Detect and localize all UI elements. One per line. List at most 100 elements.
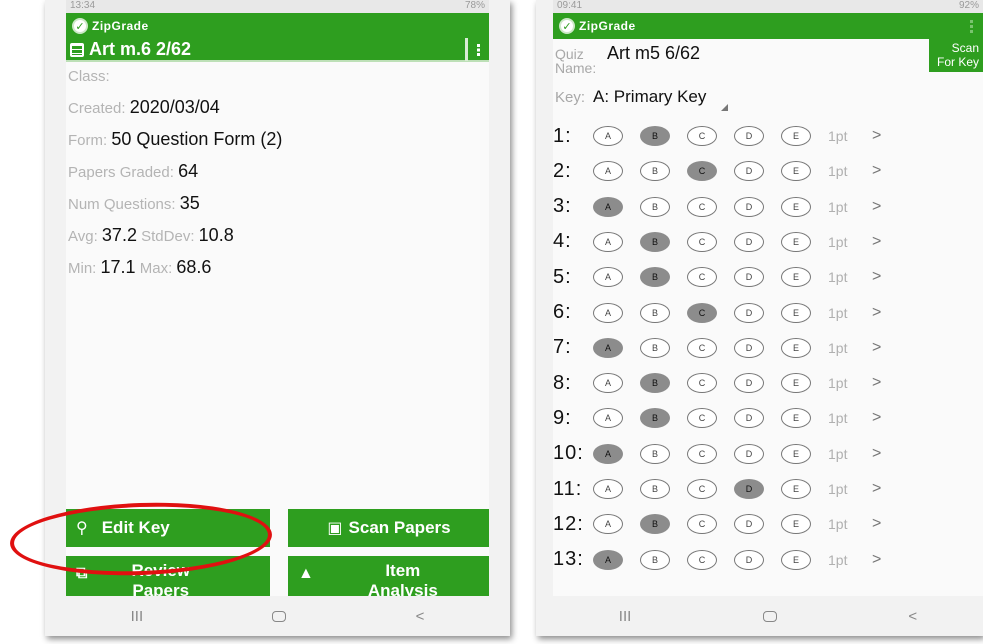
chevron-right-icon[interactable]: > (872, 127, 881, 145)
answer-bubble-d[interactable]: D (734, 443, 764, 464)
answer-bubble-b[interactable]: B (640, 126, 670, 146)
answer-bubble-d[interactable]: D (734, 267, 764, 288)
answer-bubble-b[interactable]: B (640, 196, 670, 217)
answer-bubble-a[interactable]: A (593, 161, 623, 182)
answer-bubble-e[interactable]: E (781, 196, 811, 217)
answer-bubble-c[interactable]: C (687, 231, 717, 252)
answer-bubble-d[interactable]: D (734, 514, 764, 535)
question-points[interactable]: 1pt (828, 340, 872, 356)
home-button[interactable] (272, 610, 287, 622)
answer-bubble-e[interactable]: E (781, 337, 811, 358)
answer-bubble-b[interactable]: B (640, 373, 670, 394)
answer-bubble-d[interactable]: D (734, 126, 764, 146)
answer-bubble-a[interactable]: A (593, 302, 623, 323)
answer-bubble-a[interactable]: A (593, 126, 623, 146)
answer-bubble-d[interactable]: D (734, 549, 764, 570)
answer-bubble-b[interactable]: B (640, 479, 670, 499)
answer-bubble-e[interactable]: E (781, 479, 811, 499)
answer-bubble-d[interactable]: D (734, 408, 764, 429)
answer-bubble-a[interactable]: A (593, 373, 623, 394)
scan-papers-button[interactable]: ▣ Scan Papers (288, 509, 489, 547)
question-points[interactable]: 1pt (828, 410, 872, 426)
question-points[interactable]: 1pt (828, 446, 872, 462)
answer-bubble-b[interactable]: B (640, 161, 670, 182)
answer-bubble-b[interactable]: B (640, 443, 670, 464)
answer-bubble-d[interactable]: D (734, 373, 764, 394)
answer-bubble-b[interactable]: B (640, 231, 670, 252)
answer-bubble-c[interactable]: C (687, 196, 717, 217)
answer-bubble-e[interactable]: E (781, 231, 811, 252)
chevron-right-icon[interactable]: > (872, 162, 881, 180)
answer-bubble-c[interactable]: C (687, 373, 717, 394)
chevron-right-icon[interactable]: > (872, 409, 881, 427)
answer-bubble-e[interactable]: E (781, 443, 811, 464)
answer-bubble-d[interactable]: D (734, 479, 764, 499)
answer-bubble-c[interactable]: C (687, 408, 717, 429)
answer-bubble-a[interactable]: A (593, 479, 623, 499)
back-button[interactable]: < (908, 608, 917, 625)
answer-bubble-a[interactable]: A (593, 514, 623, 535)
chevron-right-icon[interactable]: > (872, 515, 881, 533)
answer-bubble-d[interactable]: D (734, 161, 764, 182)
chevron-right-icon[interactable]: > (872, 551, 881, 569)
chevron-right-icon[interactable]: > (872, 198, 881, 216)
question-points[interactable]: 1pt (828, 234, 872, 250)
home-button[interactable] (762, 610, 777, 622)
answer-bubble-a[interactable]: A (593, 267, 623, 288)
answer-bubble-a[interactable]: A (593, 337, 623, 358)
answer-bubble-c[interactable]: C (687, 337, 717, 358)
question-points[interactable]: 1pt (828, 552, 872, 568)
answer-bubble-a[interactable]: A (593, 549, 623, 570)
answer-bubble-b[interactable]: B (640, 514, 670, 535)
chevron-right-icon[interactable]: > (872, 233, 881, 251)
answer-bubble-b[interactable]: B (640, 302, 670, 323)
overflow-menu-button[interactable] (465, 38, 489, 61)
answer-bubble-c[interactable]: C (687, 161, 717, 182)
answer-bubble-e[interactable]: E (781, 126, 811, 146)
chevron-right-icon[interactable]: > (872, 374, 881, 392)
answer-bubble-e[interactable]: E (781, 549, 811, 570)
answer-bubble-c[interactable]: C (687, 549, 717, 570)
answer-bubble-e[interactable]: E (781, 161, 811, 182)
chevron-right-icon[interactable]: > (872, 304, 881, 322)
more-vert-icon[interactable] (970, 19, 973, 33)
answer-bubble-b[interactable]: B (640, 408, 670, 429)
chevron-right-icon[interactable]: > (872, 339, 881, 357)
question-points[interactable]: 1pt (828, 269, 872, 285)
answer-bubble-d[interactable]: D (734, 231, 764, 252)
answer-bubble-a[interactable]: A (593, 408, 623, 429)
answer-bubble-c[interactable]: C (687, 267, 717, 288)
answer-bubble-d[interactable]: D (734, 302, 764, 323)
answer-bubble-e[interactable]: E (781, 408, 811, 429)
answer-bubble-d[interactable]: D (734, 196, 764, 217)
question-points[interactable]: 1pt (828, 305, 872, 321)
answer-bubble-d[interactable]: D (734, 337, 764, 358)
question-points[interactable]: 1pt (828, 481, 872, 497)
question-points[interactable]: 1pt (828, 375, 872, 391)
chevron-right-icon[interactable]: > (872, 445, 881, 463)
recent-apps-button[interactable]: III (131, 608, 144, 625)
chevron-right-icon[interactable]: > (872, 480, 881, 498)
answer-bubble-c[interactable]: C (687, 514, 717, 535)
answer-bubble-a[interactable]: A (593, 443, 623, 464)
answer-bubble-e[interactable]: E (781, 302, 811, 323)
key-dropdown[interactable]: A: Primary Key (593, 87, 730, 111)
answer-bubble-a[interactable]: A (593, 231, 623, 252)
answer-bubble-c[interactable]: C (687, 443, 717, 464)
answer-bubble-c[interactable]: C (687, 126, 717, 146)
answer-bubble-b[interactable]: B (640, 337, 670, 358)
answer-bubble-e[interactable]: E (781, 514, 811, 535)
question-points[interactable]: 1pt (828, 163, 872, 179)
back-button[interactable]: < (416, 608, 425, 625)
question-points[interactable]: 1pt (828, 199, 872, 215)
answer-bubble-b[interactable]: B (640, 549, 670, 570)
scan-for-key-button[interactable]: Scan For Key (929, 39, 983, 72)
recent-apps-button[interactable]: III (619, 608, 632, 625)
answer-bubble-c[interactable]: C (687, 302, 717, 323)
chevron-right-icon[interactable]: > (872, 268, 881, 286)
answer-bubble-b[interactable]: B (640, 267, 670, 288)
answer-bubble-a[interactable]: A (593, 196, 623, 217)
answer-bubble-c[interactable]: C (687, 479, 717, 499)
question-points[interactable]: 1pt (828, 516, 872, 532)
answer-bubble-e[interactable]: E (781, 373, 811, 394)
